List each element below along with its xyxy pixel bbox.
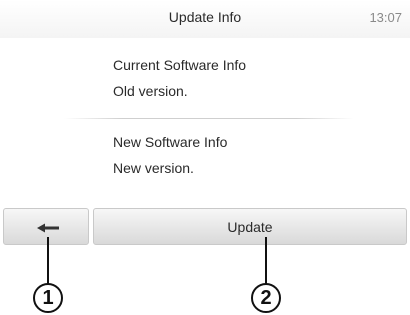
callout-2-marker: 2 [251, 283, 281, 313]
update-button[interactable]: Update [93, 208, 407, 245]
new-software-value: New version. [113, 160, 194, 176]
clock: 13:07 [369, 10, 402, 25]
current-software-section: Current Software Info Old version. [113, 52, 246, 104]
divider [64, 118, 354, 119]
left-arrow-icon [37, 223, 59, 233]
back-button[interactable] [3, 208, 89, 245]
page-title: Update Info [168, 9, 242, 25]
callout-1-marker: 1 [33, 283, 63, 313]
callout-1-leader-line [47, 237, 49, 284]
update-button-label: Update [227, 219, 273, 235]
header-bar: Update Info 13:07 [0, 0, 410, 38]
current-software-value: Old version. [113, 83, 188, 99]
callout-2-leader-line [265, 237, 267, 284]
update-info-screen: Update Info 13:07 Current Software Info … [0, 0, 410, 247]
bottom-toolbar: Update [0, 208, 410, 247]
new-software-section: New Software Info New version. [113, 129, 227, 181]
new-software-heading: New Software Info [113, 134, 228, 150]
current-software-heading: Current Software Info [113, 57, 247, 73]
